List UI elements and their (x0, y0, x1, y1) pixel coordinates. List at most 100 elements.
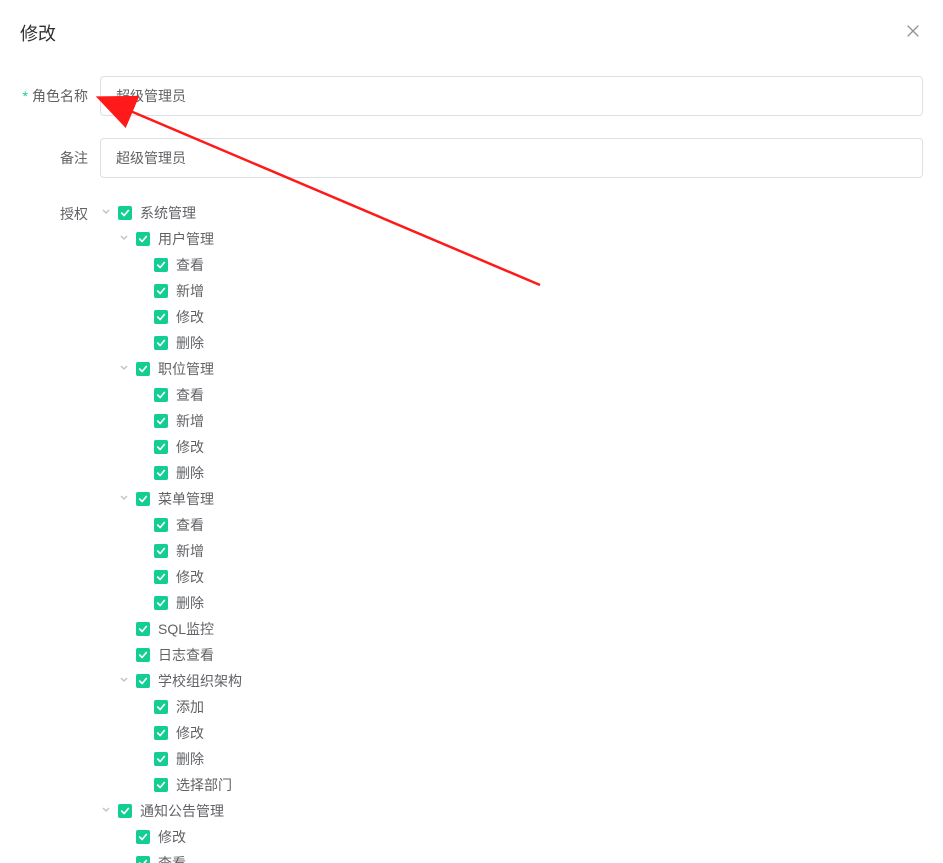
modal-title: 修改 (20, 20, 56, 46)
checkbox-checked[interactable] (154, 310, 168, 324)
modal-header: 修改 (20, 20, 923, 46)
tree-node-label: SQL监控 (158, 619, 214, 639)
tree-node[interactable]: 职位管理 (118, 356, 923, 382)
tree-node-label: 修改 (176, 307, 204, 327)
caret-down-icon[interactable] (118, 233, 130, 245)
caret-down-icon[interactable] (100, 805, 112, 817)
tree-node[interactable]: 新增 (136, 278, 923, 304)
tree-node[interactable]: 删除 (136, 330, 923, 356)
tree-node-label: 学校组织架构 (158, 671, 242, 691)
tree-node-label: 删除 (176, 749, 204, 769)
checkbox-checked[interactable] (118, 804, 132, 818)
tree-node-label: 职位管理 (158, 359, 214, 379)
checkbox-checked[interactable] (136, 232, 150, 246)
tree-node-label: 通知公告管理 (140, 801, 224, 821)
caret-down-icon[interactable] (118, 363, 130, 375)
tree-node-label: 修改 (176, 723, 204, 743)
tree-children: 查看新增修改删除 (118, 512, 923, 616)
checkbox-checked[interactable] (154, 414, 168, 428)
tree-node-label: 修改 (176, 567, 204, 587)
tree-node[interactable]: 删除 (136, 746, 923, 772)
tree-node[interactable]: 系统管理 (100, 200, 923, 226)
checkbox-checked[interactable] (154, 466, 168, 480)
tree-node-label: 删除 (176, 333, 204, 353)
tree-node[interactable]: 新增 (136, 408, 923, 434)
tree-node[interactable]: 删除 (136, 590, 923, 616)
modal-edit-role: 修改 角色名称 备注 授权 系统管理用户管理查看新增修改删除职位管理查看新增修改… (0, 0, 943, 863)
label-auth: 授权 (20, 200, 100, 224)
checkbox-checked[interactable] (154, 258, 168, 272)
checkbox-checked[interactable] (154, 570, 168, 584)
checkbox-checked[interactable] (154, 778, 168, 792)
tree-node[interactable]: 删除 (136, 460, 923, 486)
tree-node-label: 添加 (176, 697, 204, 717)
tree-node-label: 新增 (176, 541, 204, 561)
tree-node-label: 新增 (176, 281, 204, 301)
checkbox-checked[interactable] (154, 440, 168, 454)
tree-node[interactable]: 学校组织架构 (118, 668, 923, 694)
input-remark[interactable] (100, 138, 923, 178)
tree-node-label: 查看 (176, 255, 204, 275)
checkbox-checked[interactable] (136, 492, 150, 506)
tree-node-label: 用户管理 (158, 229, 214, 249)
tree-node[interactable]: 菜单管理 (118, 486, 923, 512)
checkbox-checked[interactable] (136, 830, 150, 844)
tree-node-label: 查看 (176, 385, 204, 405)
tree-node[interactable]: 修改 (136, 720, 923, 746)
tree-node[interactable]: 查看 (118, 850, 923, 863)
tree-node[interactable]: 查看 (136, 382, 923, 408)
field-remark: 备注 (20, 138, 923, 178)
caret-down-icon[interactable] (118, 493, 130, 505)
tree-node[interactable]: 修改 (118, 824, 923, 850)
tree-node-label: 删除 (176, 593, 204, 613)
tree-node[interactable]: 新增 (136, 538, 923, 564)
checkbox-checked[interactable] (136, 674, 150, 688)
checkbox-checked[interactable] (154, 752, 168, 766)
tree-node[interactable]: 查看 (136, 512, 923, 538)
checkbox-checked[interactable] (136, 856, 150, 863)
checkbox-checked[interactable] (154, 336, 168, 350)
tree-node-label: 新增 (176, 411, 204, 431)
checkbox-checked[interactable] (154, 284, 168, 298)
tree-node-label: 查看 (176, 515, 204, 535)
tree-children: 查看新增修改删除 (118, 382, 923, 486)
tree-children: 查看新增修改删除 (118, 252, 923, 356)
tree-node[interactable]: 修改 (136, 564, 923, 590)
tree-node-label: 查看 (158, 853, 186, 863)
checkbox-checked[interactable] (136, 622, 150, 636)
caret-down-icon[interactable] (118, 675, 130, 687)
input-role-name[interactable] (100, 76, 923, 116)
close-icon[interactable] (903, 21, 923, 45)
tree-node-label: 系统管理 (140, 203, 196, 223)
tree-children: 添加修改删除选择部门 (118, 694, 923, 798)
checkbox-checked[interactable] (154, 726, 168, 740)
tree-node-label: 菜单管理 (158, 489, 214, 509)
label-role-name: 角色名称 (20, 76, 100, 116)
tree-node[interactable]: 添加 (136, 694, 923, 720)
tree-node[interactable]: 日志查看 (118, 642, 923, 668)
checkbox-checked[interactable] (154, 596, 168, 610)
tree-node-label: 选择部门 (176, 775, 232, 795)
tree-node[interactable]: 通知公告管理 (100, 798, 923, 824)
tree-node-label: 修改 (176, 437, 204, 457)
checkbox-checked[interactable] (136, 648, 150, 662)
checkbox-checked[interactable] (154, 700, 168, 714)
permission-tree: 系统管理用户管理查看新增修改删除职位管理查看新增修改删除菜单管理查看新增修改删除… (100, 200, 923, 863)
tree-node[interactable]: 用户管理 (118, 226, 923, 252)
tree-node[interactable]: 修改 (136, 304, 923, 330)
label-remark: 备注 (20, 138, 100, 178)
tree-node[interactable]: SQL监控 (118, 616, 923, 642)
checkbox-checked[interactable] (154, 544, 168, 558)
checkbox-checked[interactable] (118, 206, 132, 220)
checkbox-checked[interactable] (136, 362, 150, 376)
field-auth: 授权 系统管理用户管理查看新增修改删除职位管理查看新增修改删除菜单管理查看新增修… (20, 200, 923, 863)
tree-children: 修改查看 (100, 824, 923, 863)
tree-children: 用户管理查看新增修改删除职位管理查看新增修改删除菜单管理查看新增修改删除SQL监… (100, 226, 923, 798)
tree-node[interactable]: 修改 (136, 434, 923, 460)
tree-node[interactable]: 选择部门 (136, 772, 923, 798)
tree-node[interactable]: 查看 (136, 252, 923, 278)
tree-node-label: 删除 (176, 463, 204, 483)
checkbox-checked[interactable] (154, 388, 168, 402)
checkbox-checked[interactable] (154, 518, 168, 532)
caret-down-icon[interactable] (100, 207, 112, 219)
